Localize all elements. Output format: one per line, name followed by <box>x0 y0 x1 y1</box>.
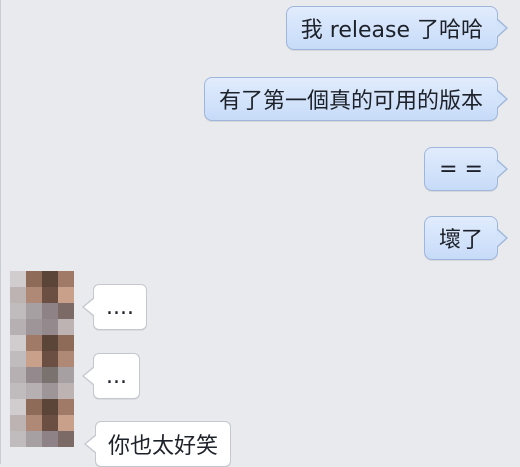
message-text: .... <box>106 294 134 320</box>
chat-thread: 我 release 了哈哈 有了第一個真的可用的版本 = = 壞了 .... .… <box>0 0 520 467</box>
message-bubble-outgoing[interactable]: = = <box>424 147 508 191</box>
message-bubble-outgoing[interactable]: 有了第一個真的可用的版本 <box>203 77 509 121</box>
message-text: 你也太好笑 <box>108 434 219 459</box>
message-bubble-incoming[interactable]: 你也太好笑 <box>83 421 232 467</box>
message-bubble-incoming[interactable]: ... <box>82 353 140 399</box>
message-bubble-incoming[interactable]: .... <box>82 284 147 330</box>
avatar[interactable] <box>10 271 74 447</box>
message-text: ... <box>106 363 127 389</box>
message-text: 壞了 <box>438 228 483 253</box>
message-bubble-outgoing[interactable]: 壞了 <box>423 216 509 260</box>
message-text: 有了第一個真的可用的版本 <box>218 89 483 114</box>
message-text: = = <box>439 156 483 182</box>
message-text: 我 release 了哈哈 <box>300 18 483 43</box>
message-bubble-outgoing[interactable]: 我 release 了哈哈 <box>285 6 509 50</box>
